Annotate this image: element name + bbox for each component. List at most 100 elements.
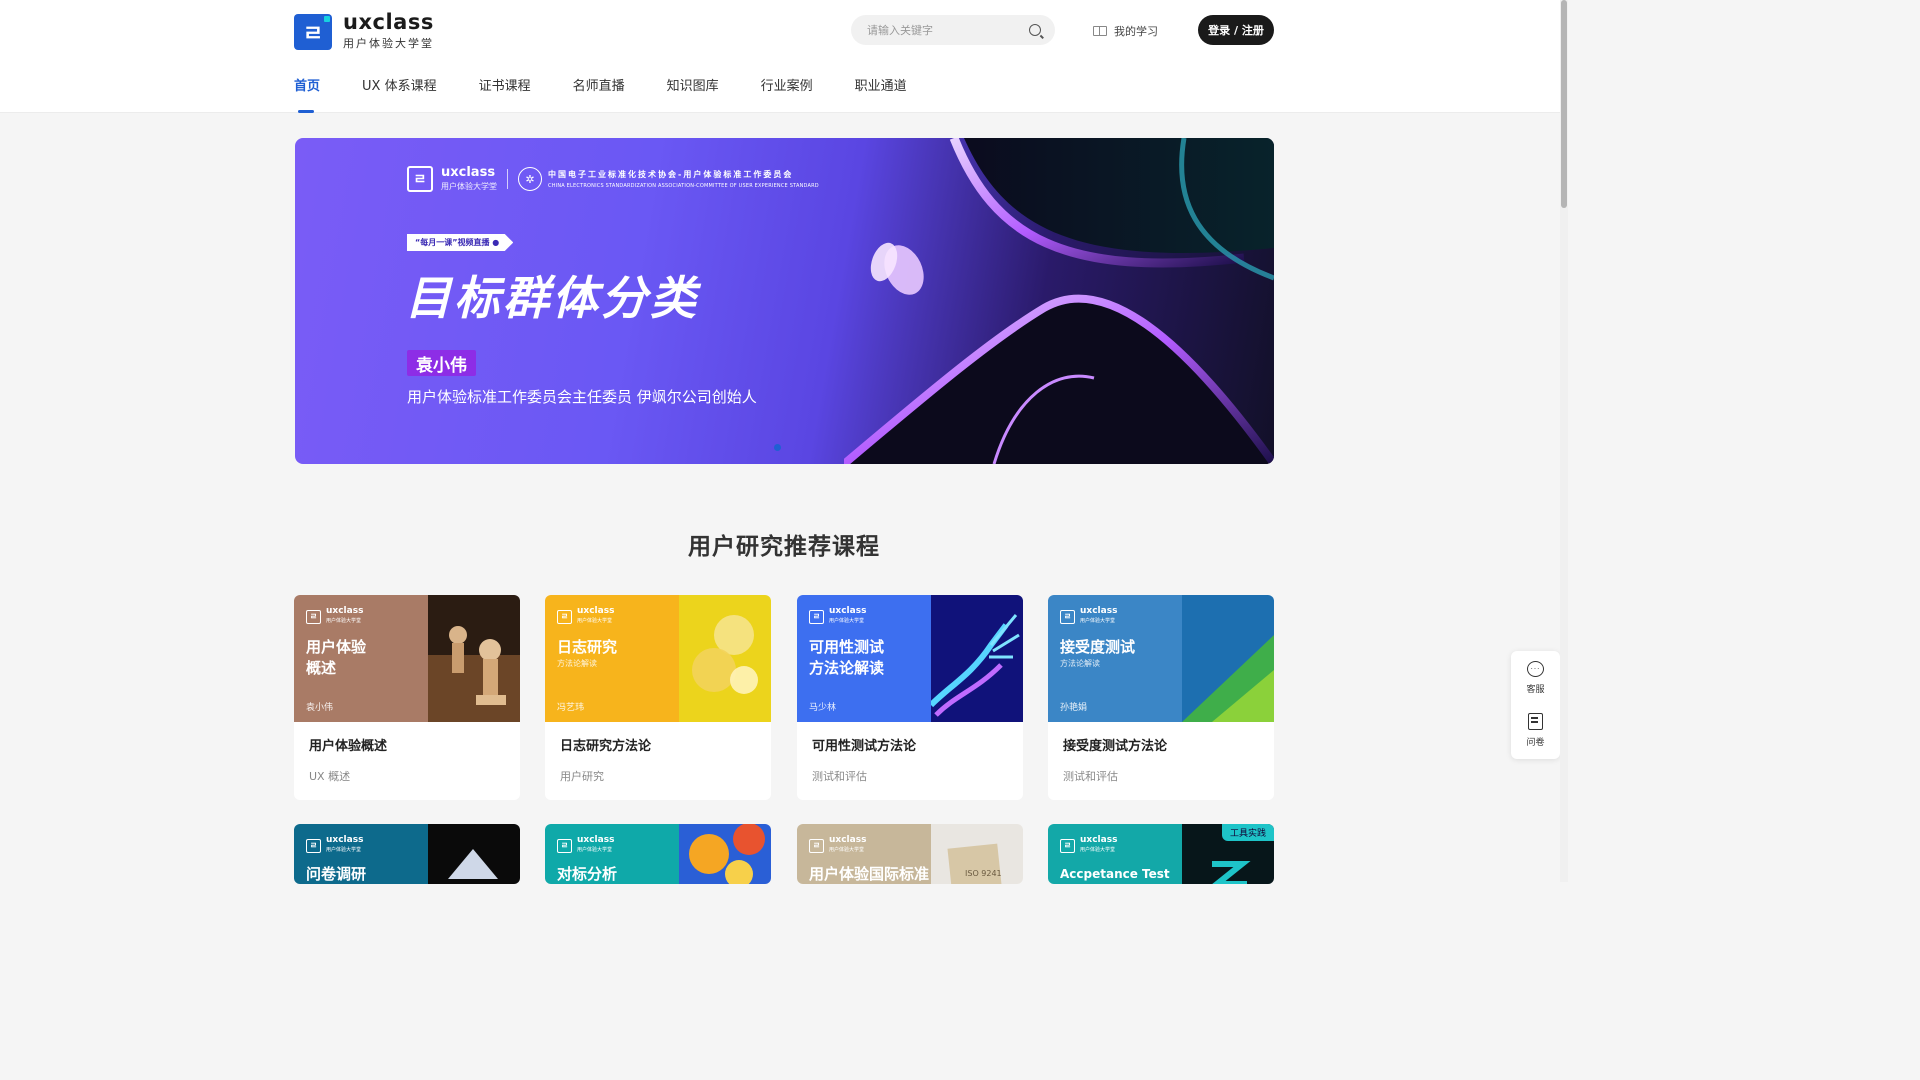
cover-logo-sub: 用户体验大学堂 — [326, 618, 362, 624]
cover-logo-sub: 用户体验大学堂 — [1080, 618, 1116, 624]
book-icon — [1093, 26, 1107, 36]
uxclass-cover-logo-icon: ㄹ — [809, 609, 824, 624]
uxclass-cover-logo-icon: ㄹ — [1060, 838, 1075, 853]
banner-logo-divider — [507, 169, 508, 189]
uxclass-cover-logo-icon: ㄹ — [557, 609, 572, 624]
cover-logo-name: uxclass — [829, 606, 867, 616]
nav-item-ux-courses[interactable]: UX 体系课程 — [362, 75, 437, 113]
banner-speaker: 袁小伟 — [407, 350, 476, 376]
association-seal-icon: ✲ — [518, 167, 542, 191]
banner-logo: ㄹ uxclass 用户体验大学堂 ✲ 中国电子工业标准化技术协会-用户体验标准… — [407, 166, 819, 192]
nav-item-certificate-courses[interactable]: 证书课程 — [479, 75, 531, 113]
cover-logo-sub: 用户体验大学堂 — [326, 847, 362, 853]
cover-logo-name: uxclass — [577, 835, 615, 845]
abstract-glass-art-icon — [844, 138, 1274, 464]
hero-banner[interactable]: ㄹ uxclass 用户体验大学堂 ✲ 中国电子工业标准化技术协会-用户体验标准… — [295, 138, 1274, 464]
banner-logo-subtitle: 用户体验大学堂 — [441, 182, 497, 191]
survey-form-icon — [1528, 713, 1543, 730]
customer-service-label: 客服 — [1526, 685, 1545, 695]
cover-logo: ㄹ uxclass 用户体验大学堂 — [306, 836, 363, 855]
course-cover: 工具实践 ㄹ uxclass 用户体验大学堂 Accpetance Test — [1048, 824, 1274, 884]
nav-item-live[interactable]: 名师直播 — [573, 75, 625, 113]
nav-item-knowledge-gallery[interactable]: 知识图库 — [667, 75, 719, 113]
floating-service-panel: ··· 客服 问卷 — [1511, 651, 1560, 759]
search-icon[interactable] — [1029, 24, 1041, 36]
survey-button[interactable]: 问卷 — [1511, 713, 1560, 748]
uxclass-cover-logo-icon: ㄹ — [306, 609, 321, 624]
cover-logo-name: uxclass — [326, 835, 364, 845]
course-category: 测试和评估 — [812, 770, 867, 783]
nav-item-home[interactable]: 首页 — [294, 75, 320, 113]
cover-logo-sub: 用户体验大学堂 — [829, 847, 865, 853]
course-cover: ISO 9241 ㄹ uxclass 用户体验大学堂 用户体验国际标准 — [797, 824, 1023, 884]
carousel-indicator-dot[interactable] — [774, 444, 781, 451]
nav-item-industry-cases[interactable]: 行业案例 — [761, 75, 813, 113]
uxclass-cover-logo-icon: ㄹ — [1060, 609, 1075, 624]
survey-label: 问卷 — [1526, 738, 1545, 748]
cover-title: 对标分析 — [557, 865, 618, 883]
flower-icon — [679, 824, 771, 884]
course-name[interactable]: 日志研究方法论 — [560, 735, 651, 754]
cover-logo-name: uxclass — [577, 606, 615, 616]
cover-subtitle: 方法论解读 — [1060, 659, 1100, 668]
site-header: ㄹ uxclass 用户体验大学堂 我的学习 登录 / 注册 首页 UX 体系课… — [0, 0, 1560, 113]
cover-subtitle: 方法论解读 — [557, 659, 597, 668]
course-card[interactable]: ㄹ uxclass 用户体验大学堂 用户体验 概述 袁小伟 用户体验概述 UX 概述 — [294, 595, 520, 800]
course-cover: ㄹ uxclass 用户体验大学堂 用户体验 概述 袁小伟 — [294, 595, 520, 722]
document-art-text: ISO 9241 — [965, 869, 1002, 878]
search-box — [851, 15, 1055, 45]
course-card[interactable]: ㄹ uxclass 用户体验大学堂 可用性测试 方法论解读 马少林 可用性测试方法论… — [797, 595, 1023, 800]
my-study-label: 我的学习 — [1114, 25, 1158, 38]
logo-subtitle: 用户体验大学堂 — [343, 37, 434, 50]
course-card[interactable]: ㄹ uxclass 用户体验大学堂 接受度测试 方法论解读 孙艳娟 接受度测试方法论… — [1048, 595, 1274, 800]
banner-title: 目标群体分类 — [405, 271, 699, 325]
cover-title: 用户体验国际标准 — [809, 865, 930, 883]
course-card[interactable]: ㄹ uxclass 用户体验大学堂 对标分析 — [545, 824, 771, 884]
course-cover: ㄹ uxclass 用户体验大学堂 接受度测试 方法论解读 孙艳娟 — [1048, 595, 1274, 722]
course-cover: ㄹ uxclass 用户体验大学堂 日志研究 方法论解读 冯艺玮 — [545, 595, 771, 722]
course-card[interactable]: ISO 9241 ㄹ uxclass 用户体验大学堂 用户体验国际标准 — [797, 824, 1023, 884]
course-card[interactable]: 工具实践 ㄹ uxclass 用户体验大学堂 Accpetance Test — [1048, 824, 1274, 884]
uxclass-logo-icon: ㄹ — [294, 13, 332, 50]
banner-logo-name: uxclass — [441, 165, 496, 180]
site-logo[interactable]: ㄹ uxclass 用户体验大学堂 — [294, 12, 434, 51]
cover-title: 用户体验 概述 — [306, 638, 367, 677]
cover-logo-name: uxclass — [1080, 606, 1118, 616]
cover-title: 可用性测试 方法论解读 — [809, 638, 885, 677]
banner-speaker-role: 用户体验标准工作委员会主任委员 伊飒尔公司创始人 — [407, 388, 757, 406]
logo-name: uxclass — [343, 10, 434, 34]
cover-author: 孙艳娟 — [1060, 703, 1088, 713]
my-study-link[interactable]: 我的学习 — [1093, 23, 1158, 39]
cover-title: 接受度测试 — [1060, 638, 1136, 656]
course-cover: ㄹ uxclass 用户体验大学堂 对标分析 — [545, 824, 771, 884]
cover-title: Accpetance Test — [1060, 867, 1170, 881]
cover-logo-sub: 用户体验大学堂 — [1080, 847, 1116, 853]
banner-live-tag: “每月一课”视频直播 ● — [407, 234, 514, 251]
section-title: 用户研究推荐课程 — [688, 534, 880, 560]
search-input[interactable] — [867, 23, 1029, 37]
page-scrollbar[interactable] — [1560, 0, 1568, 882]
course-name[interactable]: 接受度测试方法论 — [1063, 735, 1167, 754]
tool-practice-badge: 工具实践 — [1221, 824, 1274, 841]
login-register-button[interactable]: 登录 / 注册 — [1198, 15, 1274, 45]
cover-title: 日志研究 — [557, 638, 618, 656]
cover-logo-sub: 用户体验大学堂 — [577, 618, 613, 624]
cover-author: 冯艺玮 — [557, 703, 585, 713]
scrollbar-thumb[interactable] — [1561, 0, 1567, 208]
course-name[interactable]: 用户体验概述 — [309, 735, 387, 754]
cover-logo: ㄹ uxclass 用户体验大学堂 — [1060, 836, 1117, 855]
uxclass-banner-logo-icon: ㄹ — [407, 166, 433, 192]
course-card[interactable]: ㄹ uxclass 用户体验大学堂 日志研究 方法论解读 冯艺玮 日志研究方法论 用… — [545, 595, 771, 800]
course-name[interactable]: 可用性测试方法论 — [812, 735, 916, 754]
cover-logo-sub: 用户体验大学堂 — [577, 847, 613, 853]
cover-logo: ㄹ uxclass 用户体验大学堂 — [809, 607, 866, 626]
course-card[interactable]: ㄹ uxclass 用户体验大学堂 问卷调研 — [294, 824, 520, 884]
uxclass-cover-logo-icon: ㄹ — [557, 838, 572, 853]
cover-author: 袁小伟 — [306, 703, 334, 713]
chat-bubble-icon: ··· — [1527, 661, 1544, 677]
nav-item-career[interactable]: 职业通道 — [855, 75, 907, 113]
customer-service-button[interactable]: ··· 客服 — [1511, 661, 1560, 695]
course-category: 测试和评估 — [1063, 770, 1118, 783]
cover-logo: ㄹ uxclass 用户体验大学堂 — [557, 836, 614, 855]
cover-logo-name: uxclass — [326, 606, 364, 616]
